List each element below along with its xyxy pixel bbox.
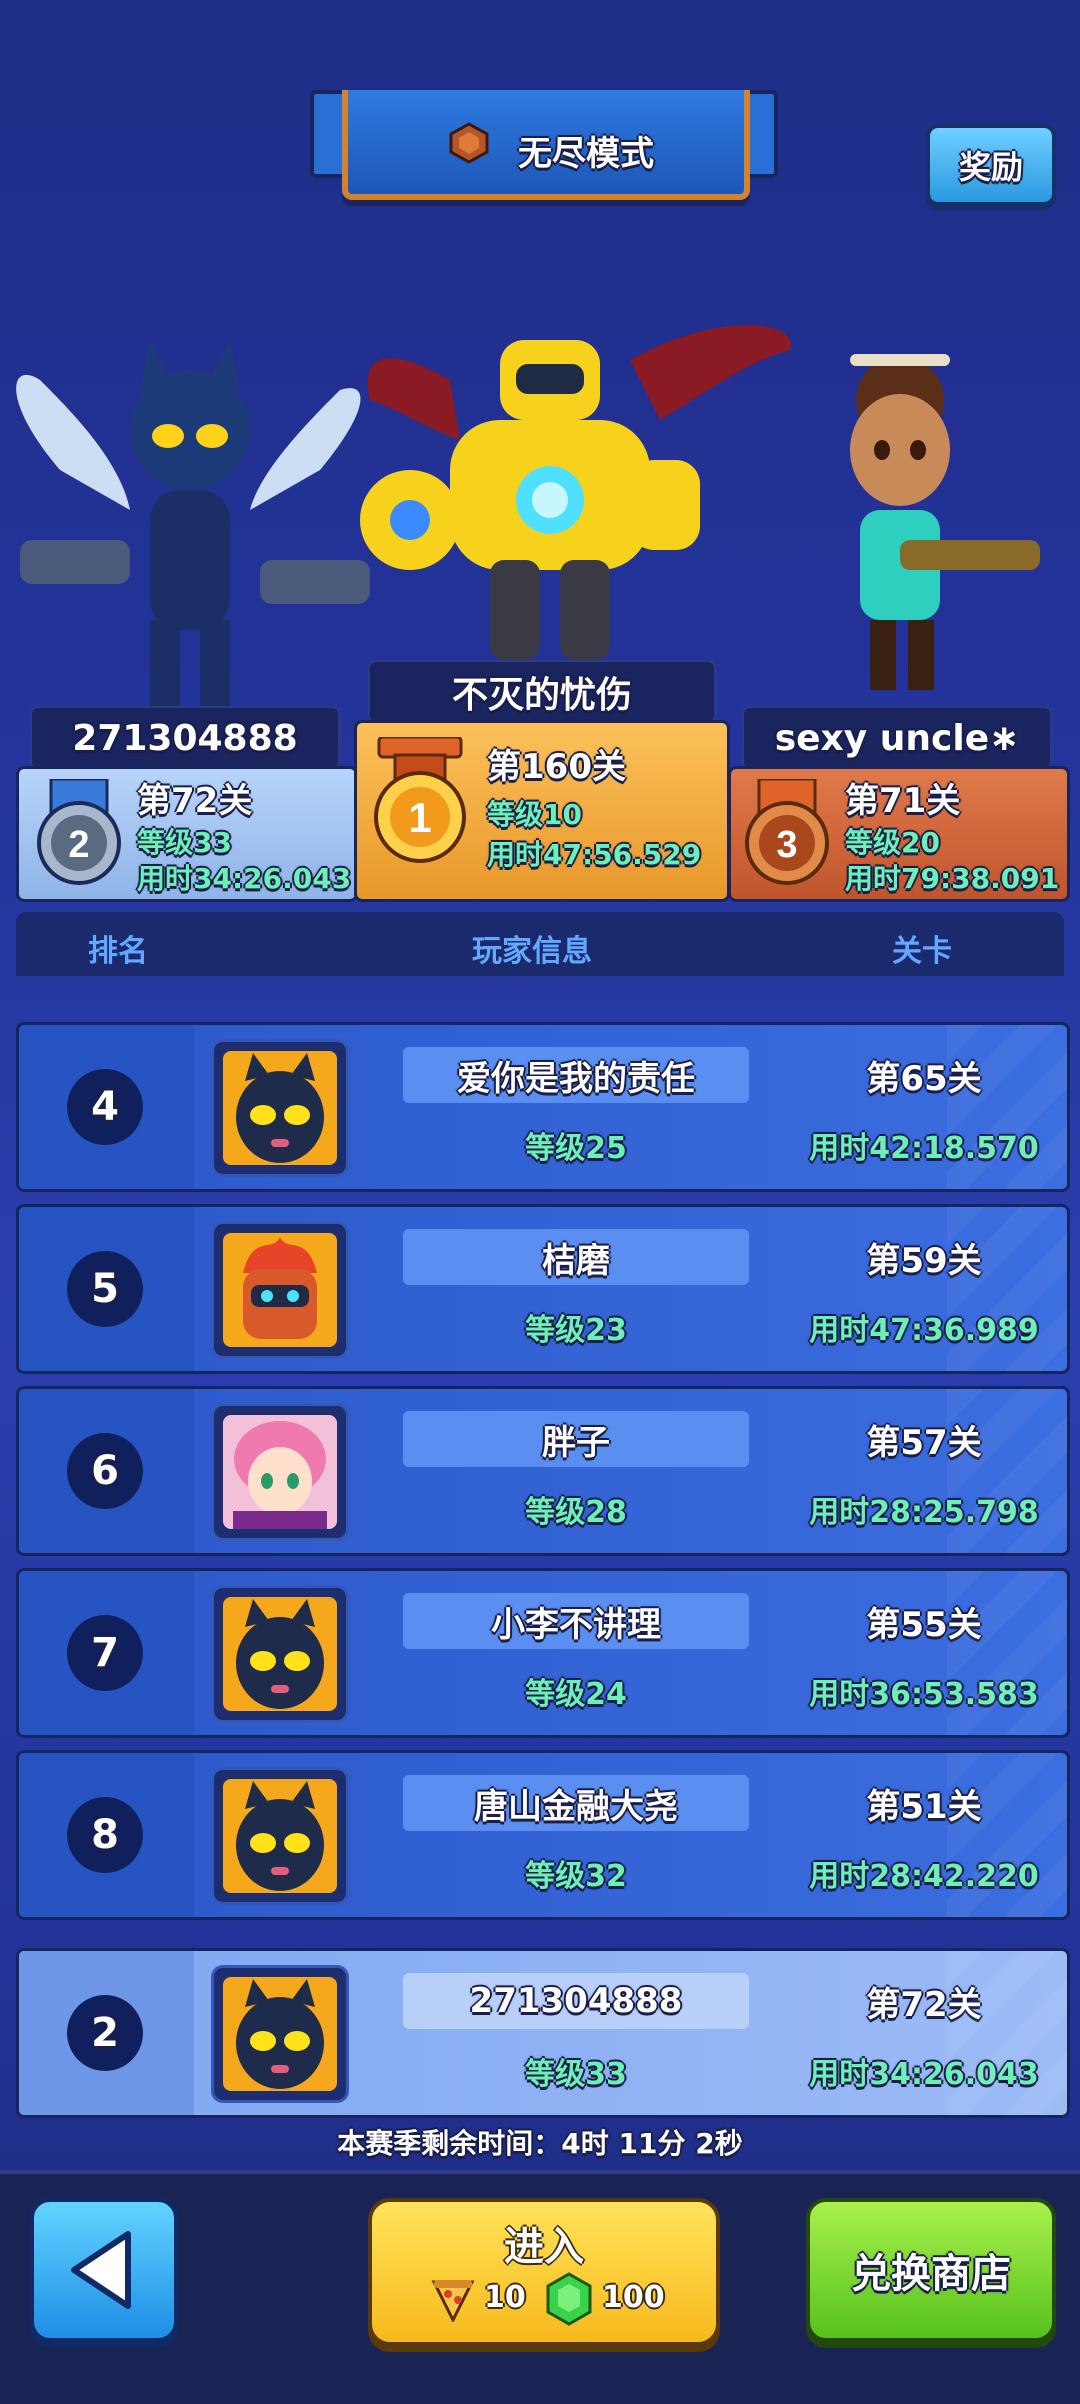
rank-number: 8 [67, 1797, 143, 1873]
exchange-shop-button[interactable]: 兑换商店 [806, 2198, 1056, 2342]
black-cat-hero-avatar [223, 1977, 337, 2091]
rank-number: 7 [67, 1615, 143, 1691]
table-header: 排名 玩家信息 关卡 [16, 912, 1064, 976]
column-header-player: 玩家信息 [472, 934, 592, 969]
rank-number: 4 [67, 1069, 143, 1145]
player-name: 桔磨 [403, 1229, 749, 1285]
mode-banner: 无尽模式 [310, 90, 778, 210]
podium-level-rank-1: 等级10 [487, 798, 582, 831]
reward-button[interactable]: 奖励 [926, 124, 1056, 206]
svg-text:1: 1 [408, 794, 431, 841]
podium-time-rank-3: 用时79:38.091 [845, 862, 1060, 895]
enter-button[interactable]: 进入 10 100 [368, 2198, 720, 2346]
leaderboard-row[interactable]: 4 爱你是我的责任 等级25 第65关 用时42:18.570 [16, 1022, 1070, 1192]
podium-stage-rank-3: 第71关 [845, 781, 961, 821]
back-button[interactable] [30, 2198, 178, 2342]
podium-stage-rank-2: 第72关 [137, 781, 253, 821]
avatar-frame[interactable] [211, 1767, 349, 1905]
leaderboard-row[interactable]: 6 胖子 等级28 第57关 用时28:25.798 [16, 1386, 1070, 1556]
black-cat-hero-avatar [223, 1597, 337, 1711]
black-cat-hero-avatar [223, 1779, 337, 1893]
svg-text:2: 2 [68, 824, 89, 866]
podium-card-rank-1[interactable]: 1 第160关 等级10 用时47:56.529 [354, 720, 730, 902]
back-arrow-icon [71, 2231, 131, 2309]
green-gem-icon [546, 2272, 592, 2326]
podium-card-rank-2[interactable]: 2 第72关 等级33 用时34:26.043 [16, 766, 358, 902]
player-name: 唐山金融大尧 [403, 1775, 749, 1831]
player-name: 小李不讲理 [403, 1593, 749, 1649]
hexagon-badge-icon [449, 122, 489, 164]
podium-level-rank-3: 等级20 [845, 826, 940, 859]
my-player-level: 等级33 [525, 2057, 627, 2092]
flame-robot-hero-avatar [223, 1233, 337, 1347]
podium-name-rank-3: sexy uncle∗ [742, 706, 1052, 770]
podium-name-rank-1: 不灭的忧伤 [368, 660, 716, 724]
leaderboard-row[interactable]: 7 小李不讲理 等级24 第55关 用时36:53.583 [16, 1568, 1070, 1738]
avatar-frame[interactable] [211, 1039, 349, 1177]
player-level: 等级32 [525, 1859, 627, 1894]
rank-number: 6 [67, 1433, 143, 1509]
podium-time-rank-1: 用时47:56.529 [487, 838, 702, 871]
player-name: 胖子 [403, 1411, 749, 1467]
pizza-icon [431, 2280, 475, 2322]
banner-front: 无尽模式 [342, 90, 750, 200]
avatar-frame[interactable] [211, 1221, 349, 1359]
avatar-frame[interactable] [211, 1965, 349, 2103]
pink-hair-hero-avatar [223, 1415, 337, 1529]
podium-time-rank-2: 用时34:26.043 [137, 862, 352, 895]
svg-text:3: 3 [776, 824, 797, 866]
my-rank-number: 2 [67, 1995, 143, 2071]
my-rank-row[interactable]: 2 271304888 等级33 第72关 用时34:26.043 [16, 1948, 1070, 2118]
avatar-frame[interactable] [211, 1403, 349, 1541]
player-level: 等级23 [525, 1313, 627, 1348]
podium-name-rank-2: 271304888 [30, 706, 340, 770]
player-level: 等级25 [525, 1131, 627, 1166]
column-header-rank: 排名 [88, 934, 148, 969]
gold-medal-icon: 1 [374, 737, 466, 863]
tribal-girl-hero-character [850, 354, 1040, 690]
enter-label: 进入 [504, 2224, 584, 2270]
mode-title: 无尽模式 [518, 134, 654, 174]
pizza-cost: 10 [484, 2280, 526, 2315]
leaderboard-row[interactable]: 8 唐山金融大尧 等级32 第51关 用时28:42.220 [16, 1750, 1070, 1920]
yellow-robot-hero-character [360, 325, 791, 660]
gem-cost: 100 [602, 2280, 665, 2315]
rank-number: 5 [67, 1251, 143, 1327]
leaderboard-row[interactable]: 5 桔磨 等级23 第59关 用时47:36.989 [16, 1204, 1070, 1374]
podium-level-rank-2: 等级33 [137, 826, 232, 859]
my-player-name: 271304888 [403, 1973, 749, 2029]
column-header-stage: 关卡 [892, 934, 952, 969]
silver-medal-icon: 2 [37, 779, 121, 885]
player-name: 爱你是我的责任 [403, 1047, 749, 1103]
avatar-frame[interactable] [211, 1585, 349, 1723]
player-level: 等级24 [525, 1677, 627, 1712]
black-cat-hero-avatar [223, 1051, 337, 1165]
season-remaining-time: 本赛季剩余时间：4时 11分 2秒 [337, 2127, 743, 2160]
bronze-medal-icon: 3 [745, 779, 829, 885]
podium-stage-rank-1: 第160关 [487, 747, 626, 787]
podium-card-rank-3[interactable]: 3 第71关 等级20 用时79:38.091 [728, 766, 1070, 902]
player-level: 等级28 [525, 1495, 627, 1530]
